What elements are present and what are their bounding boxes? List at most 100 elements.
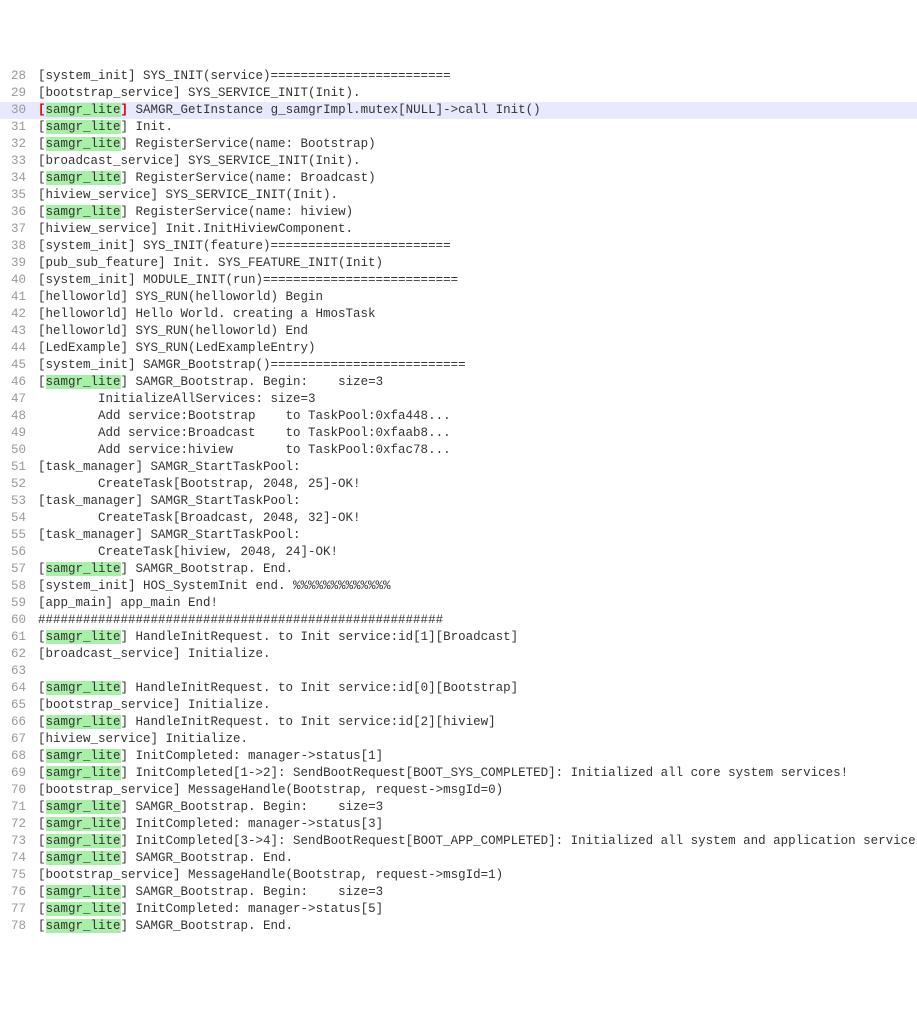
code-line[interactable]: 34[samgr_lite] RegisterService(name: Bro…: [0, 170, 917, 187]
code-line[interactable]: 40[system_init] MODULE_INIT(run)========…: [0, 272, 917, 289]
code-line[interactable]: 33[broadcast_service] SYS_SERVICE_INIT(I…: [0, 153, 917, 170]
code-line[interactable]: 57[samgr_lite] SAMGR_Bootstrap. End.: [0, 561, 917, 578]
code-line[interactable]: 74[samgr_lite] SAMGR_Bootstrap. End.: [0, 850, 917, 867]
line-number: 33: [0, 153, 34, 170]
code-line[interactable]: 35[hiview_service] SYS_SERVICE_INIT(Init…: [0, 187, 917, 204]
code-line[interactable]: 70[bootstrap_service] MessageHandle(Boot…: [0, 782, 917, 799]
code-line[interactable]: 54 CreateTask[Broadcast, 2048, 32]-OK!: [0, 510, 917, 527]
code-line[interactable]: 66[samgr_lite] HandleInitRequest. to Ini…: [0, 714, 917, 731]
code-line[interactable]: 55[task_manager] SAMGR_StartTaskPool:: [0, 527, 917, 544]
code-line[interactable]: 61[samgr_lite] HandleInitRequest. to Ini…: [0, 629, 917, 646]
code-line[interactable]: 37[hiview_service] Init.InitHiviewCompon…: [0, 221, 917, 238]
line-number: 28: [0, 68, 34, 85]
line-number: 72: [0, 816, 34, 833]
code-line[interactable]: 49 Add service:Broadcast to TaskPool:0xf…: [0, 425, 917, 442]
line-content: [helloworld] SYS_RUN(helloworld) End: [34, 323, 308, 340]
code-line[interactable]: 30[samgr_lite] SAMGR_GetInstance g_samgr…: [0, 102, 917, 119]
code-line[interactable]: 38[system_init] SYS_INIT(feature)=======…: [0, 238, 917, 255]
code-line[interactable]: 48 Add service:Bootstrap to TaskPool:0xf…: [0, 408, 917, 425]
code-line[interactable]: 36[samgr_lite] RegisterService(name: hiv…: [0, 204, 917, 221]
search-highlight: samgr_lite: [46, 902, 121, 916]
code-line[interactable]: 75[bootstrap_service] MessageHandle(Boot…: [0, 867, 917, 884]
line-content: [samgr_lite] SAMGR_Bootstrap. End.: [34, 561, 293, 578]
code-line[interactable]: 44[LedExample] SYS_RUN(LedExampleEntry): [0, 340, 917, 357]
line-number: 53: [0, 493, 34, 510]
search-highlight: samgr_lite: [46, 766, 121, 780]
code-line[interactable]: 45[system_init] SAMGR_Bootstrap()=======…: [0, 357, 917, 374]
line-number: 32: [0, 136, 34, 153]
code-line[interactable]: 46[samgr_lite] SAMGR_Bootstrap. Begin: s…: [0, 374, 917, 391]
line-number: 47: [0, 391, 34, 408]
line-content: [samgr_lite] InitCompleted[3->4]: SendBo…: [34, 833, 917, 850]
line-content: [samgr_lite] SAMGR_Bootstrap. Begin: siz…: [34, 799, 383, 816]
code-line[interactable]: 51[task_manager] SAMGR_StartTaskPool:: [0, 459, 917, 476]
line-number: 76: [0, 884, 34, 901]
line-content: [broadcast_service] SYS_SERVICE_INIT(Ini…: [34, 153, 361, 170]
line-number: 62: [0, 646, 34, 663]
line-number: 41: [0, 289, 34, 306]
line-content: [samgr_lite] SAMGR_Bootstrap. Begin: siz…: [34, 884, 383, 901]
code-line[interactable]: 41[helloworld] SYS_RUN(helloworld) Begin: [0, 289, 917, 306]
line-content: [samgr_lite] SAMGR_Bootstrap. End.: [34, 918, 293, 935]
search-highlight: samgr_lite: [46, 103, 121, 117]
code-line[interactable]: 42[helloworld] Hello World. creating a H…: [0, 306, 917, 323]
line-content: [samgr_lite] Init.: [34, 119, 173, 136]
line-content: [hiview_service] Initialize.: [34, 731, 248, 748]
code-line[interactable]: 76[samgr_lite] SAMGR_Bootstrap. Begin: s…: [0, 884, 917, 901]
code-line[interactable]: 77[samgr_lite] InitCompleted: manager->s…: [0, 901, 917, 918]
line-number: 67: [0, 731, 34, 748]
line-number: 43: [0, 323, 34, 340]
line-number: 31: [0, 119, 34, 136]
line-number: 64: [0, 680, 34, 697]
code-line[interactable]: 65[bootstrap_service] Initialize.: [0, 697, 917, 714]
line-number: 65: [0, 697, 34, 714]
line-number: 58: [0, 578, 34, 595]
search-highlight: samgr_lite: [46, 817, 121, 831]
code-line[interactable]: 43[helloworld] SYS_RUN(helloworld) End: [0, 323, 917, 340]
code-line[interactable]: 64[samgr_lite] HandleInitRequest. to Ini…: [0, 680, 917, 697]
code-line[interactable]: 59[app_main] app_main End!: [0, 595, 917, 612]
code-line[interactable]: 60######################################…: [0, 612, 917, 629]
line-number: 71: [0, 799, 34, 816]
code-line[interactable]: 53[task_manager] SAMGR_StartTaskPool:: [0, 493, 917, 510]
search-highlight: samgr_lite: [46, 885, 121, 899]
code-line[interactable]: 50 Add service:hiview to TaskPool:0xfac7…: [0, 442, 917, 459]
code-line[interactable]: 67[hiview_service] Initialize.: [0, 731, 917, 748]
line-content: [samgr_lite] HandleInitRequest. to Init …: [34, 680, 518, 697]
code-line[interactable]: 78[samgr_lite] SAMGR_Bootstrap. End.: [0, 918, 917, 935]
code-line[interactable]: 72[samgr_lite] InitCompleted: manager->s…: [0, 816, 917, 833]
search-highlight: samgr_lite: [46, 205, 121, 219]
code-line[interactable]: 31[samgr_lite] Init.: [0, 119, 917, 136]
code-line[interactable]: 52 CreateTask[Bootstrap, 2048, 25]-OK!: [0, 476, 917, 493]
code-line[interactable]: 29[bootstrap_service] SYS_SERVICE_INIT(I…: [0, 85, 917, 102]
search-highlight: samgr_lite: [46, 630, 121, 644]
line-number: 36: [0, 204, 34, 221]
code-line[interactable]: 71[samgr_lite] SAMGR_Bootstrap. Begin: s…: [0, 799, 917, 816]
code-line[interactable]: 73[samgr_lite] InitCompleted[3->4]: Send…: [0, 833, 917, 850]
code-line[interactable]: 28[system_init] SYS_INIT(service)=======…: [0, 68, 917, 85]
search-highlight: samgr_lite: [46, 120, 121, 134]
search-highlight: samgr_lite: [46, 715, 121, 729]
code-editor[interactable]: 28[system_init] SYS_INIT(service)=======…: [0, 68, 917, 935]
line-content: [system_init] HOS_SystemInit end. %%%%%%…: [34, 578, 391, 595]
line-number: 35: [0, 187, 34, 204]
line-content: [task_manager] SAMGR_StartTaskPool:: [34, 493, 301, 510]
code-line[interactable]: 39[pub_sub_feature] Init. SYS_FEATURE_IN…: [0, 255, 917, 272]
code-line[interactable]: 63: [0, 663, 917, 680]
line-content: [samgr_lite] InitCompleted: manager->sta…: [34, 816, 383, 833]
code-line[interactable]: 62[broadcast_service] Initialize.: [0, 646, 917, 663]
line-content: [broadcast_service] Initialize.: [34, 646, 271, 663]
line-number: 59: [0, 595, 34, 612]
code-line[interactable]: 56 CreateTask[hiview, 2048, 24]-OK!: [0, 544, 917, 561]
code-line[interactable]: 69[samgr_lite] InitCompleted[1->2]: Send…: [0, 765, 917, 782]
line-content: [samgr_lite] HandleInitRequest. to Init …: [34, 714, 496, 731]
line-content: [bootstrap_service] MessageHandle(Bootst…: [34, 782, 503, 799]
code-line[interactable]: 68[samgr_lite] InitCompleted: manager->s…: [0, 748, 917, 765]
code-line[interactable]: 58[system_init] HOS_SystemInit end. %%%%…: [0, 578, 917, 595]
search-highlight: samgr_lite: [46, 375, 121, 389]
search-highlight: samgr_lite: [46, 834, 121, 848]
code-line[interactable]: 32[samgr_lite] RegisterService(name: Boo…: [0, 136, 917, 153]
code-line[interactable]: 47 InitializeAllServices: size=3: [0, 391, 917, 408]
search-highlight: samgr_lite: [46, 851, 121, 865]
line-content: CreateTask[Bootstrap, 2048, 25]-OK!: [34, 476, 361, 493]
